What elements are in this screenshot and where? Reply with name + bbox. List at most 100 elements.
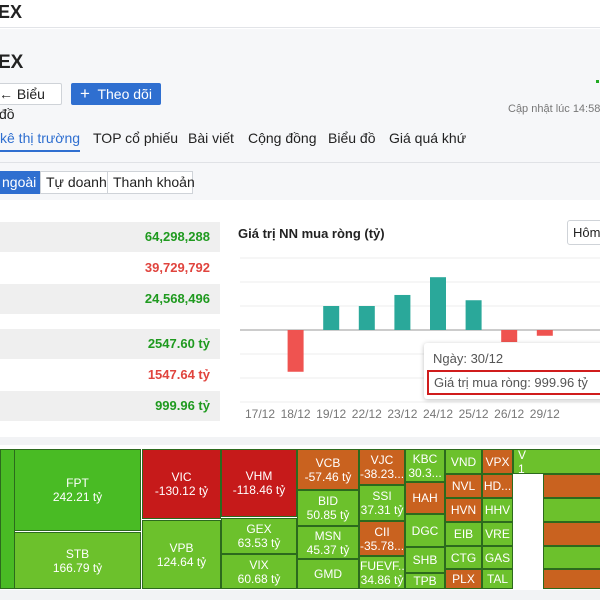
ticker: VPX (485, 454, 510, 469)
net-value: 45.37 tỷ (306, 542, 350, 557)
net-value: 60.68 tỷ (237, 571, 281, 586)
tab-chart[interactable]: Biểu đồ (328, 130, 375, 146)
treemap-cell-vpb[interactable]: VPB 124.64 tỷ (142, 520, 221, 589)
treemap-cell[interactable] (543, 546, 600, 569)
treemap-cell[interactable] (543, 498, 600, 522)
treemap-cell-plx[interactable]: PLX (445, 569, 482, 589)
treemap-cell-hhv[interactable]: HHV (482, 498, 513, 522)
treemap-cell[interactable] (0, 449, 15, 589)
net-buy-chart: 17/12 18/12 19/12 22/12 23/12 24/12 25/12 26/12… (240, 257, 600, 421)
treemap-cell[interactable] (543, 522, 600, 546)
tooltip-value: Giá trị mua ròng: 999.96 tỷ (427, 370, 600, 395)
treemap-cell-fuevf[interactable]: FUEVF... 34.86 tỷ (359, 556, 405, 589)
tab-market-stats[interactable]: kê thị trường (0, 130, 81, 152)
x-tick-label: 29/12 (530, 407, 560, 421)
treemap-cell-nvl[interactable]: NVL (445, 474, 482, 498)
treemap-cell-eib[interactable]: EIB (445, 522, 482, 546)
treemap-cell-hah[interactable]: HAH (405, 482, 445, 514)
divider (0, 437, 600, 445)
treemap-cell-ctg[interactable]: CTG (445, 546, 482, 569)
treemap-cell-vic[interactable]: VIC -130.12 tỷ (142, 449, 221, 519)
ticker: TPB (413, 574, 437, 588)
stat-value: 64,298,288 (0, 222, 220, 252)
treemap-cell-dgc[interactable]: DGC (405, 514, 445, 547)
chart-button[interactable]: ← Biểu đồ (0, 83, 62, 122)
divider (0, 590, 600, 600)
follow-button[interactable]: + Theo dõi (71, 83, 161, 105)
bar-18/12[interactable] (287, 330, 304, 372)
ticker: FUEVF... (360, 558, 405, 573)
bar-24/12[interactable] (430, 277, 446, 330)
treemap-cell-cii[interactable]: CII -35.78... (359, 521, 405, 556)
stat-value: 1547.64 tỷ (147, 367, 210, 382)
ticker: VND (450, 454, 477, 469)
stat-value: 24,568,496 (0, 284, 220, 314)
ticker: VJC (370, 453, 394, 467)
treemap-cell-shb[interactable]: SHB (405, 547, 445, 573)
net-value: -57.46 tỷ (304, 469, 352, 484)
treemap-cell-hvn[interactable]: HVN (445, 498, 482, 522)
treemap-cell-fpt[interactable]: FPT 242.21 tỷ (14, 449, 141, 531)
treemap-cell-bid[interactable]: BID 50.85 tỷ (297, 490, 359, 526)
treemap-cell-vnd[interactable]: VND (445, 449, 482, 474)
range-select[interactable]: Hôm (567, 220, 600, 245)
subtab-proprietary[interactable]: Tự doanh (40, 171, 108, 194)
treemap-cell-vhm[interactable]: VHM -118.46 tỷ (221, 449, 297, 517)
bar-29/12[interactable] (536, 330, 553, 336)
treemap-cell-gmd[interactable]: GMD (297, 559, 359, 589)
treemap-cell-vcb[interactable]: VCB -57.46 tỷ (297, 449, 359, 490)
net-value: 124.64 tỷ (156, 554, 207, 569)
treemap-cell-vpx[interactable]: VPX (482, 449, 513, 474)
top-bar: EX (0, 0, 600, 28)
ticker: HAH (412, 491, 438, 505)
x-tick-label: 24/12 (423, 407, 453, 421)
x-tick-label: 22/12 (352, 407, 382, 421)
treemap-cell-tpb[interactable]: TPB (405, 573, 445, 589)
tab-community[interactable]: Cộng đồng (248, 130, 317, 146)
treemap-cell-ssi[interactable]: SSI 37.31 tỷ (359, 485, 405, 521)
net-value: 242.21 tỷ (52, 490, 103, 504)
tab-price-history[interactable]: Giá quá khứ (389, 130, 466, 146)
ticker: SSI (372, 489, 392, 503)
treemap-cell-msn[interactable]: MSN 45.37 tỷ (297, 526, 359, 559)
ticker: DGC (411, 523, 439, 538)
ticker: CII (374, 524, 390, 539)
treemap-cell-tal[interactable]: TAL (482, 569, 513, 589)
ticker: KBC (412, 451, 438, 466)
treemap-cell-gex[interactable]: GEX 63.53 tỷ (221, 518, 297, 554)
ticker: SHB (412, 553, 438, 567)
net-value: 30.3... (408, 465, 442, 480)
ticker: VIC (171, 470, 192, 484)
tooltip-date: Ngày: 30/12 (433, 351, 504, 366)
treemap-cell-vre[interactable]: VRE (482, 522, 513, 546)
x-tick-label: 25/12 (459, 407, 489, 421)
tab-articles[interactable]: Bài viết (188, 130, 234, 146)
treemap-cell[interactable] (543, 474, 600, 498)
net-value: 1 (518, 461, 525, 474)
bar-19/12[interactable] (323, 306, 340, 330)
x-tick-label: 23/12 (387, 407, 417, 421)
bar-26/12[interactable] (501, 330, 518, 342)
treemap-cell-hd[interactable]: HD... (482, 474, 513, 498)
foreign-flow-treemap: FPT 242.21 tỷ STB 166.79 tỷ VIC -130.12 tỷ VPB… (0, 449, 600, 589)
bar-25/12[interactable] (465, 300, 482, 330)
treemap-cell-kbc[interactable]: KBC 30.3... (405, 449, 445, 482)
treemap-cell[interactable] (543, 569, 600, 589)
treemap-cell-v[interactable]: V1 (513, 449, 600, 474)
treemap-cell-gas[interactable]: GAS (482, 546, 513, 569)
treemap-cell-vjc[interactable]: VJC -38.23... (359, 449, 405, 485)
tab-top-stocks[interactable]: TOP cổ phiếu (93, 130, 178, 146)
net-value: 37.31 tỷ (360, 503, 404, 517)
treemap-cell-vix[interactable]: VIX 60.68 tỷ (221, 554, 297, 589)
subtab-foreign[interactable]: ngoài (0, 171, 40, 194)
ticker: BID (317, 494, 338, 508)
stat-value: 39,729,792 (144, 260, 210, 275)
stat-value: 2547.60 tỷ (0, 329, 220, 359)
x-tick-label: 17/12 (245, 407, 275, 421)
subtab-liquidity[interactable]: Thanh khoản (107, 171, 195, 194)
treemap-cell-stb[interactable]: STB 166.79 tỷ (14, 532, 141, 589)
ticker: VRE (485, 527, 510, 541)
bar-23/12[interactable] (394, 294, 411, 330)
net-value: 166.79 tỷ (52, 560, 103, 575)
bar-22/12[interactable] (358, 306, 375, 330)
